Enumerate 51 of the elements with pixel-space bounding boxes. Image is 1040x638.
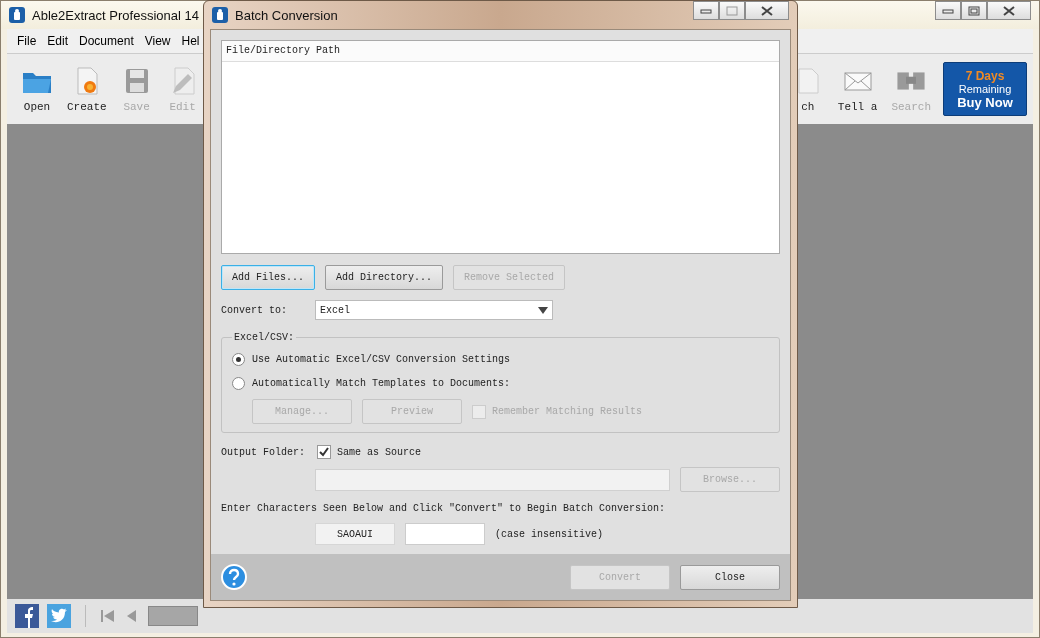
menu-item[interactable]: Hel — [181, 34, 200, 48]
facebook-icon[interactable] — [15, 604, 39, 628]
restore-button[interactable] — [961, 1, 987, 20]
convert-to-label: Convert to: — [221, 304, 288, 316]
case-hint: (case insensitive) — [495, 528, 604, 540]
toolbar-button[interactable]: ch — [787, 65, 828, 113]
radio-option[interactable]: Use Automatic Excel/CSV Conversion Settings — [232, 347, 769, 371]
page-number-field[interactable] — [148, 606, 198, 626]
app-logo-icon — [9, 7, 25, 23]
restore-icon — [968, 5, 980, 16]
maximize-icon — [726, 5, 738, 16]
minimize-icon — [700, 6, 712, 15]
output-path-field[interactable] — [315, 468, 671, 491]
check-icon — [318, 446, 330, 458]
minimize-icon — [942, 6, 954, 15]
close-icon — [761, 5, 773, 16]
column-header: File/Directory Path — [222, 41, 779, 62]
captcha-input-field[interactable] — [405, 523, 485, 545]
list-action-button[interactable]: Add Directory... — [325, 265, 444, 290]
radio-option[interactable]: Automatically Match Templates to Documents: — [232, 371, 769, 395]
caret-icon — [538, 306, 548, 314]
group-title: Excel/CSV: — [233, 332, 295, 343]
window-title: Able2Extract Professional 14 — [32, 7, 199, 23]
buy-now-button[interactable]: 7 Days Remaining Buy Now — [943, 62, 1027, 116]
same-as-source-checkbox[interactable]: Same as Source — [317, 445, 421, 459]
close-button[interactable] — [745, 1, 789, 20]
dialog-title: Batch Conversion — [235, 7, 338, 23]
list-action-button[interactable]: Add Files... — [221, 265, 315, 290]
menu-item[interactable]: Document — [79, 34, 134, 48]
binoculars-icon — [896, 71, 927, 91]
minimize-button[interactable] — [693, 1, 719, 20]
captcha-instruction: Enter Characters Seen Below and Click "Convert" to Begin Batch Conversion: — [221, 503, 667, 514]
toolbar-button[interactable]: Tell a — [833, 65, 882, 113]
captcha-code: SAOAUI — [315, 523, 395, 545]
minimize-button[interactable] — [935, 1, 961, 20]
output-folder-label: Output Folder: — [221, 446, 306, 458]
close-icon — [1003, 5, 1015, 16]
menu-item[interactable]: Edit — [47, 34, 69, 48]
dialog-button[interactable]: Close — [680, 564, 780, 590]
maximize-button[interactable] — [719, 1, 745, 20]
menu-item[interactable]: File — [17, 34, 37, 48]
toolbar-button[interactable]: Create — [63, 65, 111, 113]
bird-icon[interactable] — [47, 604, 71, 628]
file-list[interactable]: File/Directory Path — [221, 40, 780, 254]
close-button[interactable] — [987, 1, 1031, 20]
toolbar-button[interactable]: Open — [17, 65, 57, 113]
menu-item[interactable]: View — [144, 34, 171, 48]
help-icon[interactable] — [221, 564, 247, 590]
format-dropdown[interactable]: Excel — [315, 300, 553, 320]
app-logo-icon — [212, 7, 228, 23]
first-page-icon[interactable] — [100, 608, 116, 624]
